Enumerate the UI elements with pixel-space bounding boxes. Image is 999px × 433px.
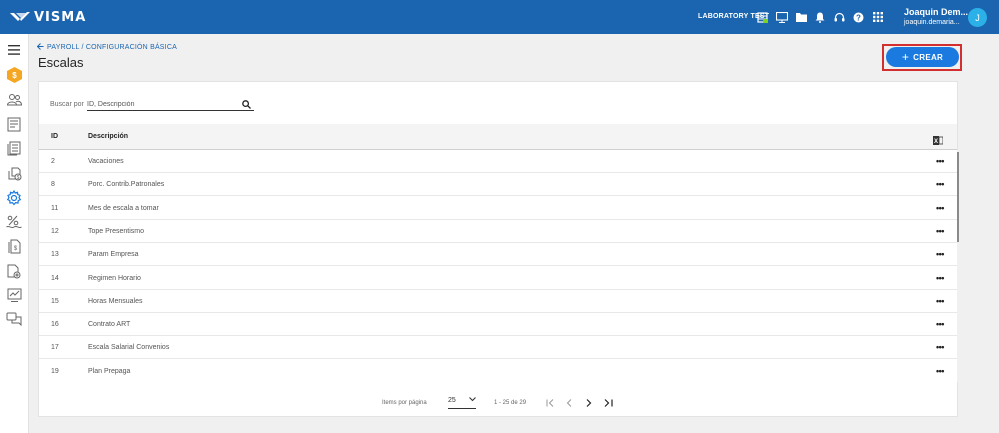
table-row[interactable]: 2 Vacaciones ••• [39,150,957,173]
cell-description: Tope Presentismo [88,227,145,235]
back-arrow-icon[interactable] [36,43,44,52]
scrollbar-thumb[interactable] [957,152,959,242]
breadcrumb-text[interactable]: PAYROLL / CONFIGURACIÓN BÁSICA [47,44,177,51]
first-page-icon[interactable] [544,397,556,409]
cell-description: Contrato ART [88,321,131,329]
row-menu-button[interactable]: ••• [936,156,944,166]
chat-icon[interactable] [5,310,23,328]
pagination-range: 1 - 25 de 29 [494,400,527,406]
excel-export-icon[interactable]: X [933,132,944,150]
cell-description: Porc. Contrib.Patronales [88,181,165,189]
chevron-down-icon [469,397,476,404]
reports-icon[interactable] [5,115,23,133]
cell-description: Horas Mensuales [88,297,143,305]
previous-page-icon[interactable] [563,397,575,409]
brand-name: VISMA [34,9,87,25]
cell-description: Regimen Horario [88,274,141,282]
row-menu-button[interactable]: ••• [936,366,944,376]
cell-id: 11 [51,204,59,212]
cell-description: Mes de escala a tomar [88,204,159,212]
cell-id: 16 [51,321,59,329]
table-body: 2 Vacaciones ••• 8 Porc. Contrib.Patrona… [39,150,957,382]
svg-text:X: X [934,139,938,145]
percent-icon[interactable] [5,213,23,231]
file-icon[interactable]: $ [5,237,23,255]
visma-logo-mark [10,11,30,23]
table-row[interactable]: 17 Escala Salarial Convenios ••• [39,336,957,360]
cell-id: 13 [51,251,59,259]
row-menu-button[interactable]: ••• [936,226,944,236]
table-row[interactable]: 16 Contrato ART ••• [39,313,957,337]
sidebar: $ $ $ [0,34,29,433]
employees-icon[interactable] [5,91,23,109]
breadcrumb[interactable]: PAYROLL / CONFIGURACIÓN BÁSICA [36,43,177,52]
bell-icon[interactable] [814,11,826,23]
row-menu-button[interactable]: ••• [936,203,944,213]
payroll-hex-icon[interactable]: $ [5,66,23,84]
settings-icon[interactable] [5,189,23,207]
row-menu-button[interactable]: ••• [936,273,944,283]
table-row[interactable]: 13 Param Empresa ••• [39,243,957,267]
cell-id: 15 [51,297,59,305]
monitor-icon[interactable] [776,11,788,23]
cell-id: 8 [51,181,55,189]
top-bar: VISMA LABORATORY TEST ? Joaquin Dem... j… [0,0,999,34]
documents-icon[interactable] [5,139,23,157]
search-input[interactable] [87,96,254,111]
bank-icon[interactable]: $ [5,164,23,182]
create-button-label: CREAR [913,52,944,62]
cell-id: 2 [51,158,55,165]
row-menu-button[interactable]: ••• [936,296,944,306]
cell-description: Vacaciones [88,158,124,165]
row-menu-button[interactable]: ••• [936,179,944,189]
svg-text:$: $ [16,175,19,181]
user-email[interactable]: joaquin.demaria... [904,19,960,26]
page-size-value: 25 [448,397,456,404]
headset-icon[interactable] [833,11,845,23]
column-header-description[interactable]: Descripción [88,133,128,140]
svg-text:$: $ [12,71,17,80]
spreadsheet-icon[interactable] [756,11,768,23]
cell-id: 12 [51,227,59,235]
search-label: Buscar por [50,101,84,108]
table-row[interactable]: 11 Mes de escala a tomar ••• [39,197,957,220]
row-menu-button[interactable]: ••• [936,342,944,352]
table-row[interactable]: 14 Regimen Horario ••• [39,267,957,290]
menu-icon[interactable] [5,41,23,59]
table-row[interactable]: 15 Horas Mensuales ••• [39,290,957,313]
next-page-icon[interactable] [583,397,595,409]
table-row[interactable]: 8 Porc. Contrib.Patronales ••• [39,173,957,197]
svg-text:$: $ [13,246,17,252]
plus-icon: + [901,49,910,64]
apps-grid-icon[interactable] [872,11,884,23]
row-menu-button[interactable]: ••• [936,319,944,329]
help-icon[interactable]: ? [852,11,864,23]
create-button[interactable]: + CREAR [886,47,959,67]
visma-logo[interactable]: VISMA [10,9,87,25]
items-per-page-label: Items por página [382,400,427,406]
cell-description: Param Empresa [88,251,139,259]
table-scrollbar[interactable] [957,150,959,382]
cell-id: 19 [51,367,59,375]
column-header-id[interactable]: ID [51,133,58,140]
svg-text:?: ? [856,13,861,22]
cell-id: 17 [51,344,59,352]
table-row[interactable]: 12 Tope Presentismo ••• [39,220,957,243]
page-size-select[interactable]: 25 [448,397,476,409]
cell-id: 14 [51,274,59,282]
avatar[interactable]: J [968,8,987,27]
last-page-icon[interactable] [602,397,614,409]
cell-description: Escala Salarial Convenios [88,344,170,352]
search-icon[interactable] [242,96,251,114]
page-title: Escalas [38,55,84,70]
folder-icon[interactable] [795,11,807,23]
cell-description: Plan Prepaga [88,367,131,375]
table-header: ID Descripción X [39,124,957,150]
user-name[interactable]: Joaquin Dem... [904,7,968,17]
table-row[interactable]: 19 Plan Prepaga ••• [39,360,957,382]
file-settings-icon[interactable] [5,262,23,280]
monitor-chart-icon[interactable] [5,286,23,304]
escalas-card: Buscar por ID Descripción X 2 Vacaciones… [38,81,959,417]
row-menu-button[interactable]: ••• [936,249,944,259]
